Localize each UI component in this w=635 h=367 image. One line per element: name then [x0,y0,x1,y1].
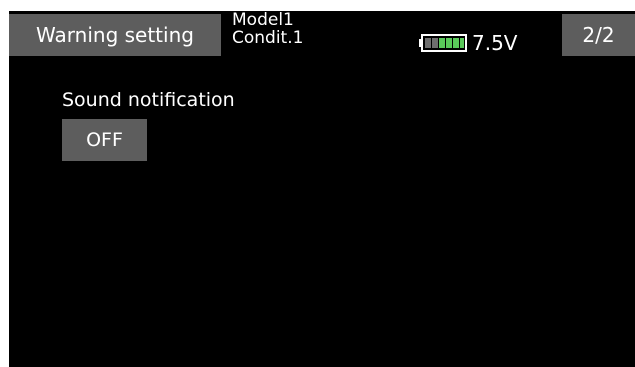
transmitter-screen: Warning setting Model1 Condit.1 7.5V 2/2… [9,11,635,367]
header-bar: Warning setting Model1 Condit.1 7.5V 2/2 [9,11,635,56]
screen-title[interactable]: Warning setting [9,14,221,56]
model-name: Model1 [232,11,294,30]
model-info: Model1 Condit.1 [232,11,303,47]
sound-notification-label: Sound notification [62,89,235,111]
battery-icon [419,34,467,52]
page-indicator[interactable]: 2/2 [562,14,635,56]
sound-notification-toggle[interactable]: OFF [62,119,147,161]
battery-voltage: 7.5V [472,31,518,55]
condition-name: Condit.1 [232,28,304,48]
